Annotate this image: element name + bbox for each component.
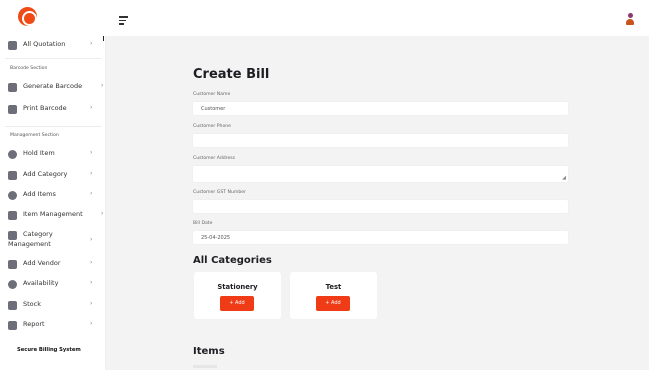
chevron-right-icon: ›: [90, 320, 93, 327]
sitemap-icon: [8, 211, 17, 220]
sidebar-item-hold-item[interactable]: Hold Item ›: [0, 145, 106, 165]
add-category-item-button[interactable]: + Add: [220, 296, 254, 311]
chevron-right-icon: ›: [90, 40, 93, 47]
section-label-management: Management Section: [10, 133, 59, 138]
printer-icon: [8, 105, 17, 114]
sidebar-item-add-items[interactable]: Add Items ›: [0, 186, 106, 206]
divider: [5, 126, 101, 127]
sidebar-item-label-line1: Category: [23, 230, 53, 238]
customer-gst-input[interactable]: [192, 199, 569, 214]
folder-icon: [8, 231, 17, 240]
sidebar-item-label: Availability: [23, 279, 59, 287]
sidebar-item-label: Report: [23, 320, 45, 328]
sidebar-footer: Secure Billing System: [17, 347, 81, 353]
sidebar-item-label: Hold Item: [23, 149, 55, 157]
box-icon: [8, 301, 17, 310]
customer-name-label: Customer Name: [193, 92, 231, 97]
customer-address-textarea[interactable]: ◢: [192, 165, 569, 183]
truck-icon: [8, 260, 17, 269]
bill-date-input[interactable]: 25-04-2025: [192, 230, 569, 245]
pause-icon: [8, 150, 17, 159]
bill-date-label: Bill Date: [193, 221, 213, 226]
sidebar-item-label: Add Items: [23, 190, 56, 198]
sidebar-item-stock[interactable]: Stock ›: [0, 296, 106, 316]
sidebar-item-label: Item Management: [23, 210, 83, 218]
chevron-right-icon: ›: [90, 279, 93, 286]
category-name: Test: [325, 283, 342, 291]
chevron-right-icon: ›: [90, 300, 93, 307]
add-category-item-button[interactable]: + Add: [316, 296, 350, 311]
sidebar-item-label: Add Category: [23, 170, 68, 178]
sidebar-item-add-category[interactable]: Add Category ›: [0, 166, 106, 186]
chart-icon: [8, 321, 17, 330]
chevron-right-icon: ›: [90, 190, 93, 197]
top-bar: [0, 0, 649, 36]
sidebar-item-all-quotation[interactable]: All Quotation ›: [0, 36, 106, 56]
sidebar-item-add-vendor[interactable]: Add Vendor ›: [0, 255, 106, 275]
customer-gst-label: Customer GST Number: [193, 190, 246, 195]
resize-handle-icon[interactable]: ◢: [562, 175, 566, 181]
sidebar-item-print-barcode[interactable]: Print Barcode ›: [0, 100, 106, 120]
app-logo-icon[interactable]: [18, 7, 37, 26]
chevron-right-icon: ›: [90, 170, 93, 177]
chevron-right-icon: ›: [101, 82, 104, 89]
sidebar: All Quotation › Barcode Section Generate…: [0, 36, 106, 370]
customer-phone-label: Customer Phone: [193, 124, 232, 129]
sidebar-item-category-management[interactable]: Category Management ›: [0, 227, 106, 255]
page-title: Create Bill: [193, 67, 270, 82]
folder-plus-icon: [8, 171, 17, 180]
divider: [193, 365, 217, 368]
customer-phone-input[interactable]: [192, 133, 569, 148]
sidebar-item-item-management[interactable]: Item Management ›: [0, 206, 106, 226]
all-categories-title: All Categories: [193, 255, 272, 266]
chevron-right-icon: ›: [90, 149, 93, 156]
sidebar-item-label: Print Barcode: [23, 104, 67, 112]
sidebar-item-label-line2: Management: [8, 240, 51, 248]
section-label-barcode: Barcode Section: [10, 66, 48, 71]
sidebar-item-report[interactable]: Report ›: [0, 316, 106, 336]
divider: [5, 58, 101, 59]
customer-address-label: Customer Address: [193, 156, 236, 161]
customer-name-input[interactable]: Customer: [192, 101, 569, 116]
barcode-icon: [8, 83, 17, 92]
check-circle-icon: [8, 280, 17, 289]
chevron-right-icon: ›: [101, 210, 104, 217]
category-name: Stationery: [217, 283, 258, 291]
user-avatar-icon[interactable]: [626, 13, 634, 25]
document-icon: [8, 41, 17, 50]
chevron-right-icon: ›: [90, 236, 93, 243]
sidebar-item-label: Add Vendor: [23, 259, 61, 267]
items-title: Items: [193, 346, 225, 357]
chevron-right-icon: ›: [90, 259, 93, 266]
sidebar-item-label: Stock: [23, 300, 41, 308]
sidebar-item-availability[interactable]: Availability ›: [0, 275, 106, 295]
category-card: Test + Add: [290, 272, 377, 319]
chevron-right-icon: ›: [90, 104, 93, 111]
plus-circle-icon: [8, 191, 17, 200]
sidebar-item-label: Generate Barcode: [23, 82, 83, 90]
hamburger-menu-icon[interactable]: [119, 16, 128, 27]
sidebar-item-label: All Quotation: [23, 40, 66, 48]
sidebar-item-generate-barcode[interactable]: Generate Barcode ›: [0, 78, 106, 98]
category-card: Stationery + Add: [194, 272, 281, 319]
